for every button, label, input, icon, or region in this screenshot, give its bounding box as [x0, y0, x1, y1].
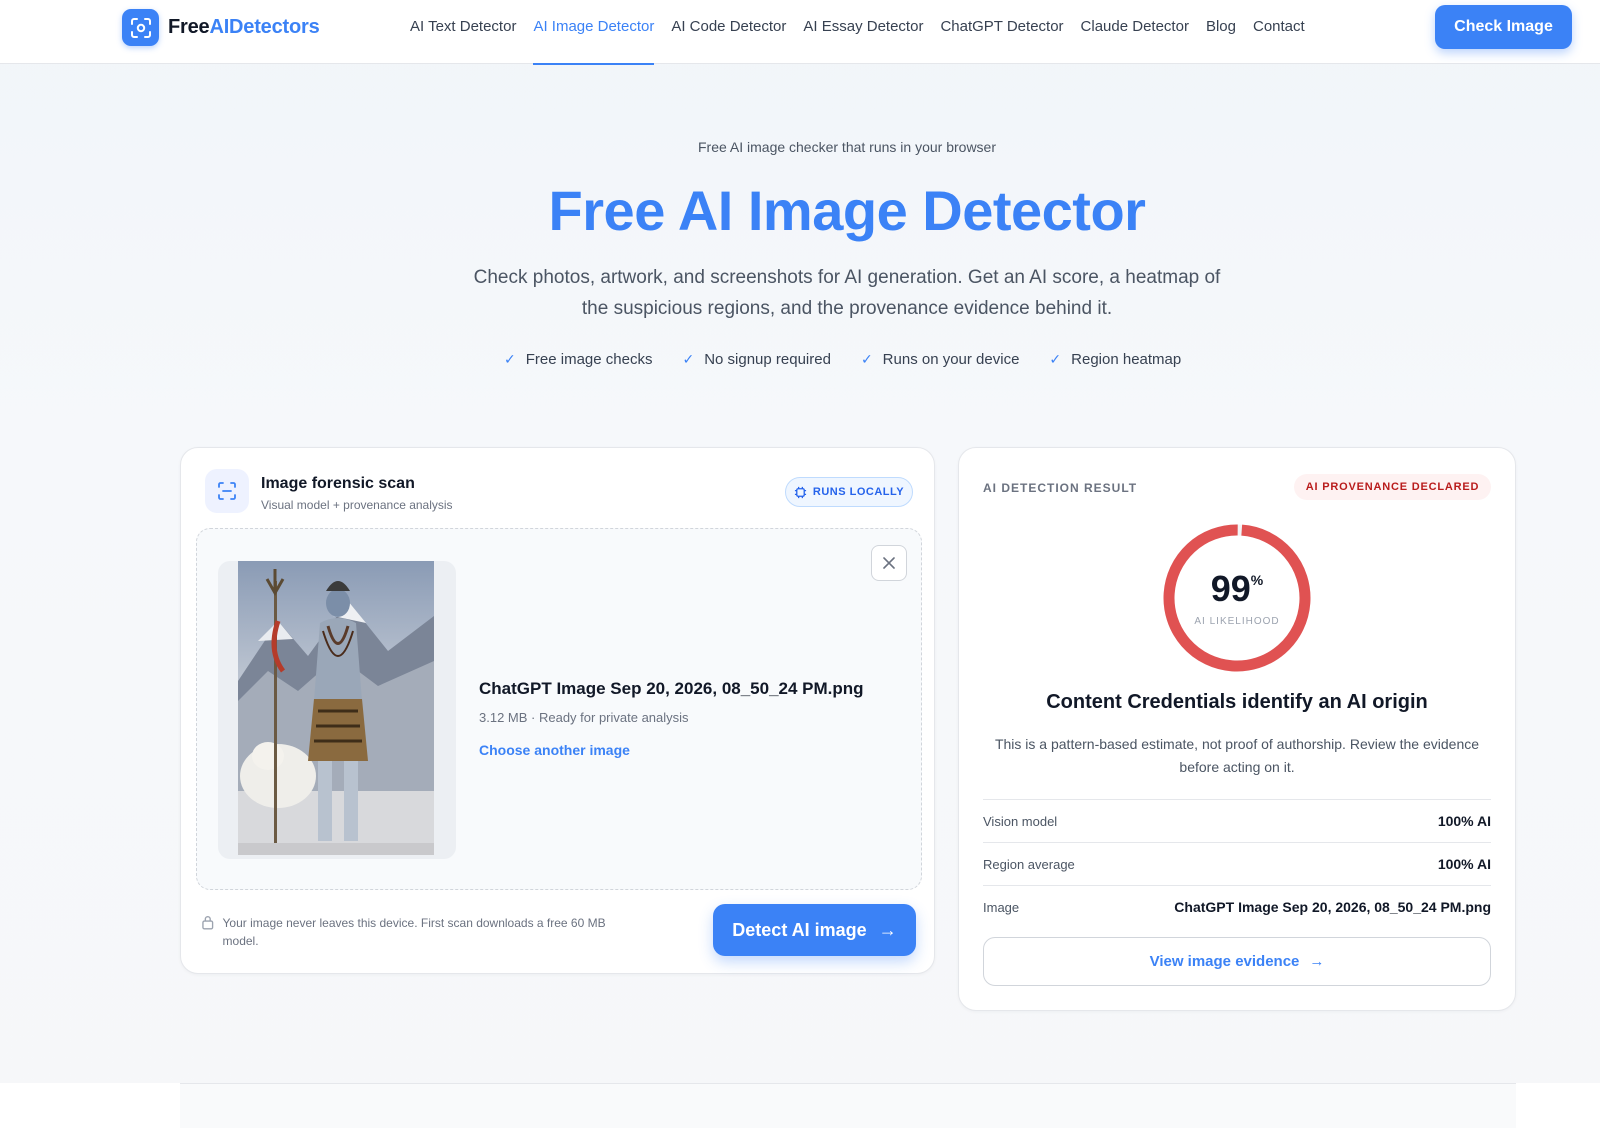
page-footer-edge — [0, 1083, 180, 1128]
check-image-button[interactable]: Check Image — [1435, 5, 1572, 49]
site-logo[interactable]: FreeAIDetectors — [122, 9, 320, 46]
nav-ai-essay-detector[interactable]: AI Essay Detector — [803, 0, 923, 64]
file-name: ChatGPT Image Sep 20, 2026, 08_50_24 PM.… — [479, 679, 864, 698]
feature-label: Region heatmap — [1071, 351, 1182, 368]
score-unit: % — [1250, 572, 1264, 588]
scan-frame-icon — [205, 469, 249, 513]
lock-icon — [202, 916, 214, 930]
feature-item: ✓ Free image checks — [504, 351, 652, 368]
nav-claude-detector[interactable]: Claude Detector — [1081, 0, 1189, 64]
top-navigation-bar: FreeAIDetectors AI Text Detector AI Imag… — [0, 0, 1600, 65]
arrow-right-icon: → — [878, 919, 897, 940]
check-icon: ✓ — [504, 351, 516, 367]
feature-label: Free image checks — [525, 351, 653, 368]
scan-face-icon — [122, 9, 159, 46]
result-label: AI DETECTION RESULT — [983, 481, 1138, 495]
detection-result-card: AI DETECTION RESULT AI PROVENANCE DECLAR… — [958, 447, 1516, 1011]
detail-row: Vision model 100% AI — [983, 799, 1491, 842]
brand-name-part1: Free — [168, 16, 210, 38]
feature-label: Runs on your device — [882, 351, 1020, 368]
view-image-evidence-button[interactable]: View image evidence → — [983, 937, 1491, 986]
main-nav: AI Text Detector AI Image Detector AI Co… — [410, 0, 1322, 65]
image-dropzone[interactable]: ChatGPT Image Sep 20, 2026, 08_50_24 PM.… — [196, 528, 922, 890]
result-headline: Content Credentials identify an AI origi… — [1046, 691, 1428, 713]
hero-eyebrow: Free AI image checker that runs in your … — [697, 139, 997, 155]
detail-row: Region average 100% AI — [983, 842, 1491, 885]
detect-button-label: Detect AI image — [732, 919, 867, 940]
choose-another-image-link[interactable]: Choose another image — [479, 742, 630, 758]
score-value: 99% — [1160, 568, 1314, 610]
feature-label: No signup required — [704, 351, 831, 368]
nav-blog[interactable]: Blog — [1206, 0, 1236, 64]
image-scan-card: Image forensic scan Visual model + prove… — [180, 447, 935, 974]
detail-value: 100% AI — [1437, 856, 1491, 872]
scan-card-title: Image forensic scan — [261, 475, 415, 492]
file-meta: 3.12 MB · Ready for private analysis — [479, 710, 689, 725]
uploaded-image-thumbnail — [238, 561, 434, 855]
scan-card-subtitle: Visual model + provenance analysis — [261, 498, 453, 512]
close-icon — [883, 557, 895, 569]
score-number: 99 — [1210, 568, 1251, 609]
runs-locally-badge: RUNS LOCALLY — [785, 477, 913, 507]
detail-key: Region average — [983, 856, 1075, 872]
check-icon: ✓ — [1049, 351, 1062, 367]
detail-row: Image ChatGPT Image Sep 20, 2026, 08_50_2… — [983, 885, 1491, 928]
brand-name: FreeAIDetectors — [168, 16, 320, 39]
detail-key: Vision model — [983, 813, 1058, 829]
result-details: Vision model 100% AI Region average 100% A… — [983, 799, 1491, 928]
provenance-badge: AI PROVENANCE DECLARED — [1294, 474, 1491, 500]
detail-key: Image — [983, 899, 1020, 915]
feature-item: ✓ Region heatmap — [1049, 351, 1181, 368]
runs-locally-label: RUNS LOCALLY — [812, 486, 905, 498]
hero-subtitle: Check photos, artwork, and screenshots f… — [473, 267, 1221, 319]
brand-name-part2: AIDetectors — [209, 16, 320, 38]
result-disclaimer: This is a pattern-based estimate, not pr… — [994, 736, 1480, 775]
image-preview — [218, 561, 456, 859]
detail-value: 100% AI — [1437, 813, 1491, 829]
feature-item: ✓ No signup required — [682, 351, 830, 368]
nav-ai-code-detector[interactable]: AI Code Detector — [671, 0, 786, 64]
detect-ai-image-button[interactable]: Detect AI image → — [713, 904, 916, 956]
nav-ai-image-detector[interactable]: AI Image Detector — [533, 0, 654, 65]
check-icon: ✓ — [682, 351, 695, 367]
evidence-button-label: View image evidence — [1149, 953, 1300, 970]
nav-chatgpt-detector[interactable]: ChatGPT Detector — [940, 0, 1063, 64]
ai-likelihood-gauge: 99% AI LIKELIHOOD — [1160, 521, 1314, 675]
feature-list: ✓ Free image checks ✓ No signup required ✓… — [504, 351, 1211, 368]
nav-ai-text-detector[interactable]: AI Text Detector — [410, 0, 516, 64]
privacy-note-text: Your image never leaves this device. Fir… — [222, 916, 606, 948]
page-title: Free AI Image Detector — [548, 179, 1146, 242]
remove-image-button[interactable] — [871, 545, 907, 581]
detail-value: ChatGPT Image Sep 20, 2026, 08_50_24 PM.… — [1174, 899, 1491, 915]
page-footer-edge — [1516, 1083, 1600, 1128]
chip-icon — [794, 486, 806, 498]
nav-contact[interactable]: Contact — [1253, 0, 1305, 64]
check-icon: ✓ — [860, 351, 873, 367]
score-caption: AI LIKELIHOOD — [1194, 616, 1280, 627]
arrow-right-icon: → — [1309, 953, 1325, 970]
feature-item: ✓ Runs on your device — [861, 351, 1019, 368]
privacy-note: Your image never leaves this device. Fir… — [201, 914, 631, 950]
next-section-panel — [180, 1083, 1516, 1128]
